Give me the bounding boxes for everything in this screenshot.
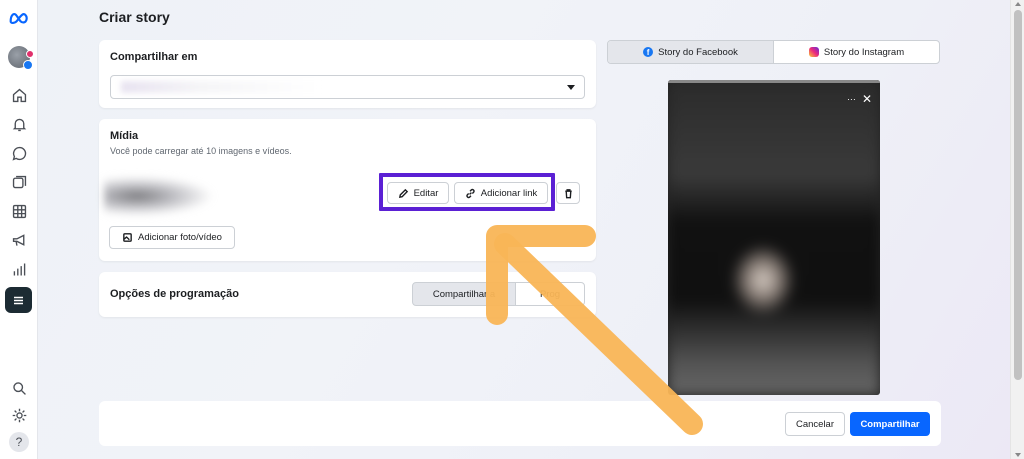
trash-icon [564,188,572,198]
close-icon[interactable]: ✕ [862,92,872,106]
instagram-badge-icon [26,50,34,58]
tab-instagram-story[interactable]: Story do Instagram [774,41,939,63]
chat-icon[interactable] [9,143,29,163]
story-preview-image [668,80,880,395]
preview-tabs: f Story do Facebook Story do Instagram [607,40,940,64]
account-avatar[interactable] [8,46,34,70]
more-icon[interactable]: ··· [847,94,856,104]
facebook-badge-icon [23,60,33,70]
bell-icon[interactable] [9,114,29,134]
schedule-option[interactable]: Prog [515,282,585,306]
search-icon[interactable] [9,378,29,398]
scroll-down-icon[interactable] [1015,453,1021,457]
share-in-card: Compartilhar em [99,40,596,108]
schedule-title: Opções de programação [110,288,239,300]
delete-button[interactable] [556,182,580,204]
home-icon[interactable] [9,85,29,105]
selected-account-value [121,81,321,93]
tab-facebook-label: Story do Facebook [658,46,738,58]
left-nav-rail: ? [0,0,38,459]
tab-instagram-label: Story do Instagram [823,46,905,58]
menu-icon[interactable] [5,287,32,313]
highlight-box [379,173,555,211]
gear-icon[interactable] [9,405,29,425]
share-button[interactable]: Compartilhar [850,412,930,436]
photo-icon [123,233,132,242]
facebook-icon: f [643,47,654,57]
page-title: Criar story [99,9,170,25]
share-now-option[interactable]: Compartilhar a [412,282,516,306]
account-select[interactable] [110,75,585,99]
pages-icon[interactable] [9,172,29,192]
add-photo-video-button[interactable]: Adicionar foto/vídeo [109,226,235,249]
add-photo-video-label: Adicionar foto/vídeo [138,232,222,243]
instagram-icon [808,47,819,57]
share-in-title: Compartilhar em [110,51,198,63]
media-thumbnail[interactable] [104,176,214,216]
tab-facebook-story[interactable]: f Story do Facebook [608,41,774,63]
table-icon[interactable] [9,201,29,221]
story-progress-bar [668,80,880,83]
media-subtitle: Você pode carregar até 10 imagens e víde… [110,146,292,156]
help-icon[interactable]: ? [9,432,29,452]
caret-down-icon [567,85,575,90]
page-scrollbar[interactable] [1010,0,1024,459]
story-preview: ··· ✕ [668,80,880,395]
cancel-button[interactable]: Cancelar [785,412,845,436]
chart-icon[interactable] [9,259,29,279]
megaphone-icon[interactable] [9,230,29,250]
scrollbar-thumb[interactable] [1014,10,1022,380]
scroll-up-icon[interactable] [1015,2,1021,6]
meta-logo-icon[interactable] [9,8,29,28]
story-controls: ··· ✕ [847,92,872,106]
media-title: Mídia [110,130,139,142]
